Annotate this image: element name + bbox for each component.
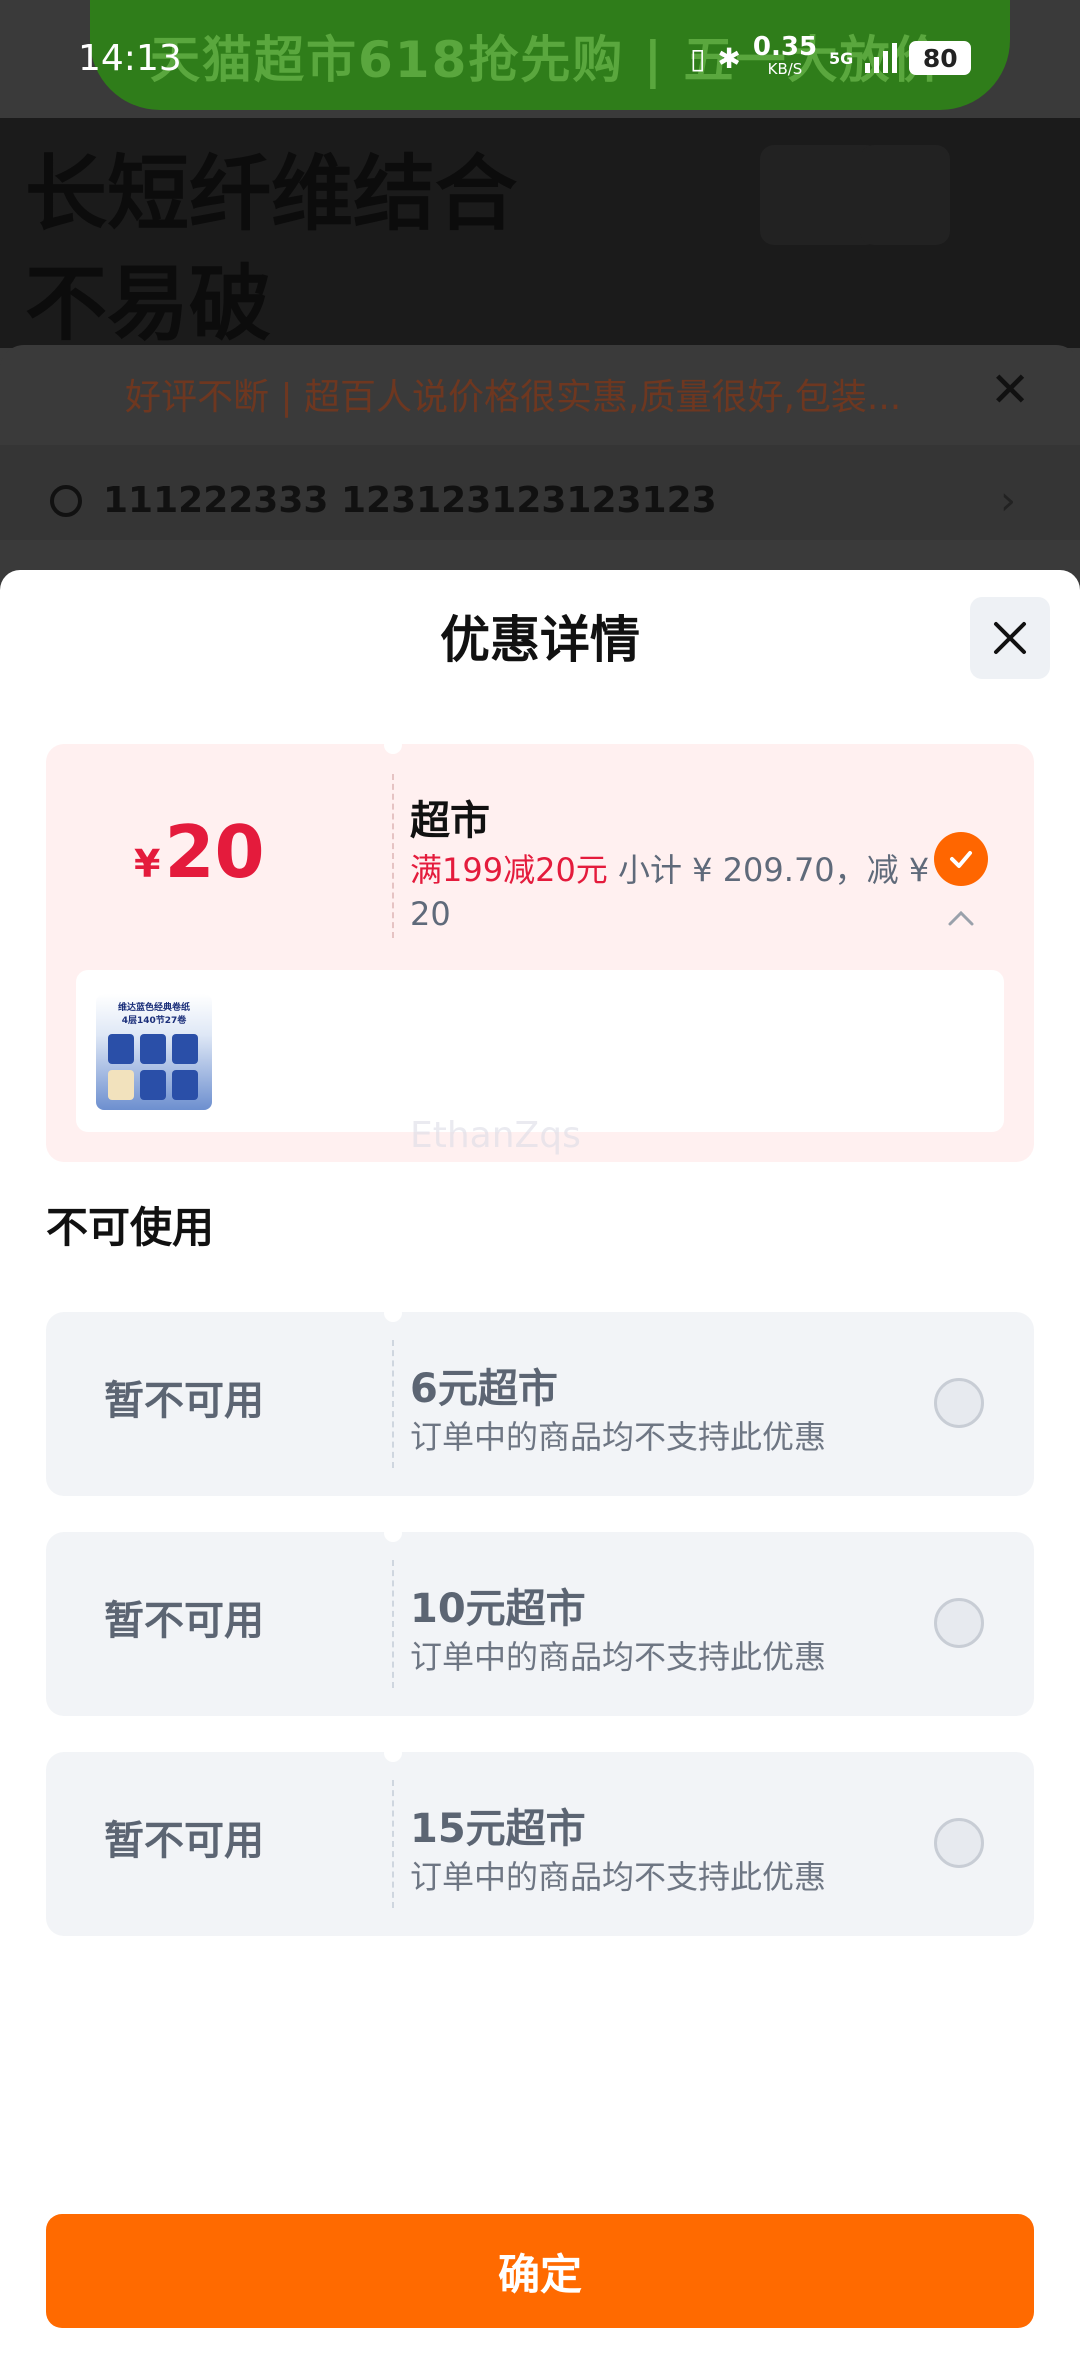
net-speed: 0.35 KB/S	[752, 32, 818, 78]
card-notch	[384, 736, 402, 754]
close-button[interactable]	[970, 597, 1050, 679]
notice-close-icon: ✕	[990, 362, 1031, 418]
unavailable-reason: 订单中的商品均不支持此优惠	[410, 1858, 827, 1896]
vibrate-icon: ▯	[690, 41, 706, 75]
card-notch	[384, 1304, 402, 1322]
currency-symbol: ¥	[134, 842, 161, 886]
selected-check-icon[interactable]	[934, 832, 988, 886]
review-notice-text: 好评不断 | 超百人说价格很实惠,质量很好,包装...	[125, 377, 902, 418]
coupon-rule: 满199减20元	[410, 851, 608, 889]
unavailable-section-title: 不可使用	[46, 1203, 215, 1252]
close-icon	[994, 622, 1026, 654]
hero-title: 长短纤维结合 不易破	[25, 147, 518, 352]
radio-button[interactable]	[934, 1598, 984, 1648]
address-text: 111222333 123123123123123	[103, 480, 717, 521]
coupon-name: 6元超市	[410, 1366, 558, 1412]
radio-button[interactable]	[934, 1818, 984, 1868]
chevron-right-icon: ›	[1000, 478, 1016, 524]
checkmark-icon	[950, 851, 972, 868]
unavailable-label: 暂不可用	[104, 1818, 264, 1864]
background-page: 天猫超市618抢先购 | 五一大放价 长短纤维结合 不易破 好评不断 | 超百人…	[0, 0, 1080, 600]
coupon-row: ¥ 20 超市 满199减20元 小计 ¥ 209.70，减 ¥ 20	[46, 736, 1034, 944]
card-divider	[392, 1340, 394, 1468]
sheet-title: 优惠详情	[440, 611, 640, 669]
card-divider	[392, 1560, 394, 1688]
coupon-description: 满199减20元 小计 ¥ 209.70，减 ¥ 20	[410, 848, 950, 936]
card-divider	[392, 1780, 394, 1908]
location-pin-icon	[50, 485, 82, 517]
unavailable-reason: 订单中的商品均不支持此优惠	[410, 1418, 827, 1456]
card-divider	[392, 774, 394, 938]
network-type: 5G	[829, 48, 854, 68]
status-icons: ▯ ✱ 0.35 KB/S 5G 80	[690, 32, 972, 80]
bluetooth-icon: ✱	[717, 41, 741, 75]
unavailable-coupon-card: 暂不可用 15元超市 订单中的商品均不支持此优惠	[46, 1744, 1034, 1936]
coupon-name: 超市	[410, 798, 490, 844]
product-thumb-label: 维达蓝色经典卷纸 4层140节27卷	[117, 1003, 190, 1026]
unavailable-reason: 订单中的商品均不支持此优惠	[410, 1638, 827, 1676]
unavailable-coupon-card: 暂不可用 10元超市 订单中的商品均不支持此优惠	[46, 1524, 1034, 1716]
unavailable-coupon-card: 暂不可用 6元超市 订单中的商品均不支持此优惠	[46, 1304, 1034, 1496]
coupon-amount: ¥ 20	[134, 810, 265, 894]
chevron-up-icon[interactable]	[946, 908, 976, 928]
confirm-button[interactable]: 确定	[46, 2214, 1034, 2328]
status-time: 14:13	[78, 38, 182, 79]
unavailable-label: 暂不可用	[104, 1378, 264, 1424]
applicable-products	[76, 970, 1004, 1132]
coupon-name: 15元超市	[410, 1806, 586, 1852]
signal-icon	[865, 43, 898, 73]
cart-icon	[860, 145, 950, 245]
amount-value: 20	[164, 810, 265, 894]
watermark: EthanZqs	[410, 1115, 581, 1156]
unavailable-label: 暂不可用	[104, 1598, 264, 1644]
coupon-name: 10元超市	[410, 1586, 586, 1632]
card-notch	[384, 1744, 402, 1762]
card-notch	[384, 1524, 402, 1542]
product-thumbnail[interactable]: 维达蓝色经典卷纸 4层140节27卷	[96, 994, 212, 1110]
battery-icon: 80	[909, 41, 972, 75]
radio-button[interactable]	[934, 1378, 984, 1428]
